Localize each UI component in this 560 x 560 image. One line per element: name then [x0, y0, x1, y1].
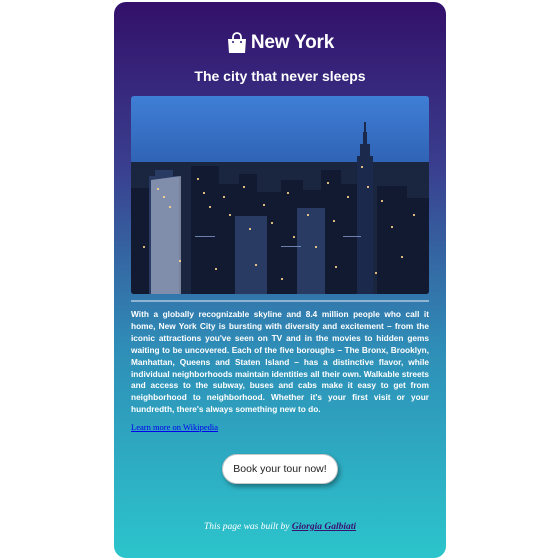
skyline-photo	[131, 96, 429, 294]
footer: This page was built by Giorgia Galbiati	[114, 522, 446, 532]
brand-header: New York	[114, 32, 446, 54]
shopping-bag-icon	[226, 32, 248, 54]
hero-image	[131, 96, 429, 294]
book-tour-button[interactable]: Book your tour now!	[222, 454, 338, 484]
page-title: New York	[250, 32, 335, 53]
author-link[interactable]: Giorgia Galbiati	[292, 522, 356, 532]
learn-more-link[interactable]: Learn more on Wikipedia	[131, 422, 218, 432]
description-text: With a globally recognizable skyline and…	[131, 309, 429, 415]
tagline: The city that never sleeps	[194, 68, 366, 84]
divider	[131, 300, 429, 302]
tribute-card: New York The city that never sleeps With…	[114, 2, 446, 558]
footer-text: This page was built by	[203, 522, 290, 532]
